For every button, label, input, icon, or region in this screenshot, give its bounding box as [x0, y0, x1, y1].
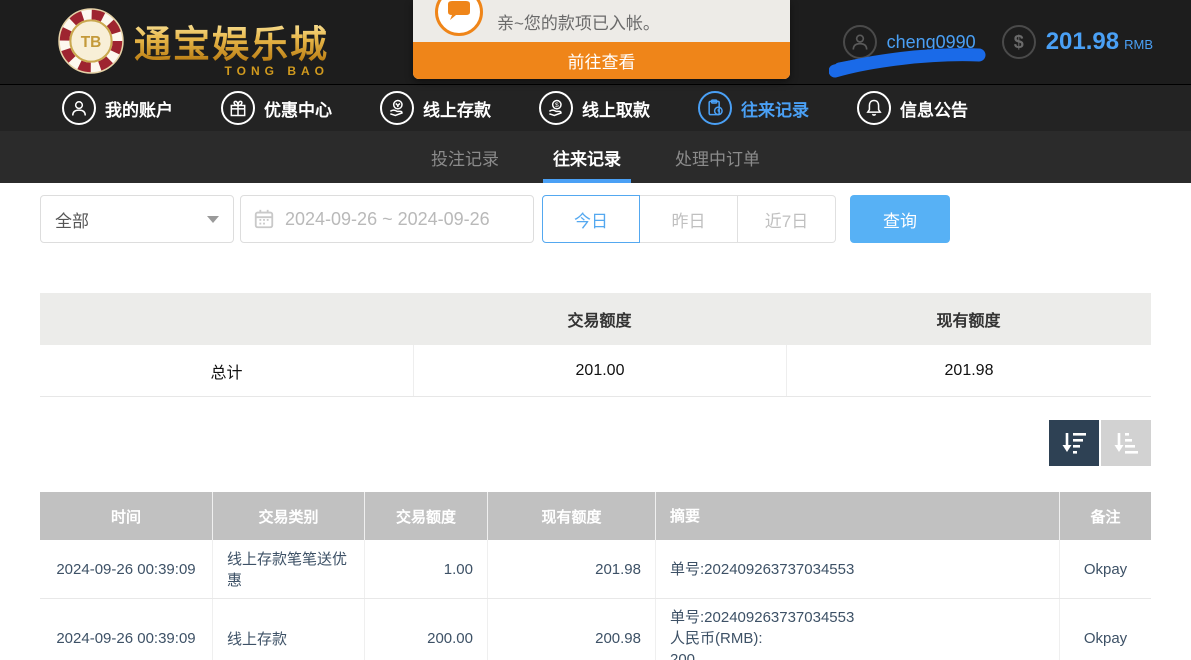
- query-button[interactable]: 查询: [850, 195, 950, 243]
- user-icon: [62, 91, 96, 125]
- svg-text:$: $: [555, 102, 559, 109]
- site-title: 通宝娱乐城: [134, 14, 329, 68]
- message-bubble-icon: [435, 0, 483, 36]
- deposit-icon: [380, 91, 414, 125]
- filter-bar: 全部 2024-09-26 ~ 2024-09-26 今日昨日近7日 查询: [40, 195, 1151, 243]
- nav-item-withdraw[interactable]: $ 线上取款: [539, 91, 650, 125]
- records-icon: [698, 91, 732, 125]
- cell-amount: 200.00: [365, 599, 488, 660]
- summary-header-row: 交易额度 现有额度: [40, 293, 1151, 345]
- cell-time: 2024-09-26 00:39:09: [40, 599, 213, 660]
- nav-item-label: 往来记录: [741, 96, 809, 121]
- main-nav: 我的账户 优惠中心 线上存款 $ 线上取款 往来记录 信息公告: [0, 84, 1191, 131]
- sort-ascending-icon: [1111, 429, 1141, 457]
- site-subtitle: TONG BAO: [225, 64, 329, 78]
- table-row: 2024-09-26 00:39:09线上存款笔笔送优惠1.00201.98单号…: [40, 540, 1151, 599]
- tab-1[interactable]: 往来记录: [549, 131, 625, 183]
- table-header-cell: 时间: [40, 492, 213, 540]
- chevron-down-icon: [207, 216, 219, 223]
- summary-transaction-total: 201.00: [413, 345, 786, 396]
- balance-display[interactable]: $ 201.98 RMB: [1002, 25, 1153, 59]
- svg-text:TB: TB: [81, 34, 102, 51]
- top-header: TB 通宝娱乐城 TONG BAO 亲~您的款项已入帐。 前往查看 cheng0…: [0, 0, 1191, 84]
- cell-amount: 1.00: [365, 540, 488, 598]
- sort-controls: [40, 420, 1151, 466]
- nav-item-records[interactable]: 往来记录: [698, 91, 809, 125]
- cell-balance: 200.98: [488, 599, 656, 660]
- table-header-cell: 摘要: [656, 492, 1060, 540]
- record-tabs: 投注记录往来记录处理中订单: [0, 131, 1191, 183]
- quick-date-buttons: 今日昨日近7日: [542, 195, 836, 243]
- casino-chip-icon: TB: [58, 8, 124, 74]
- cell-summary: 单号:202409263737034553: [656, 540, 1060, 598]
- balance-amount: 201.98: [1046, 28, 1119, 55]
- nav-item-label: 我的账户: [105, 96, 173, 121]
- dollar-icon: $: [1002, 25, 1036, 59]
- table-header-cell: 备注: [1060, 492, 1151, 540]
- tab-0[interactable]: 投注记录: [427, 131, 503, 183]
- bell-icon: [857, 91, 891, 125]
- nav-item-label: 优惠中心: [264, 96, 332, 121]
- type-select[interactable]: 全部: [40, 195, 234, 243]
- cell-type: 线上存款: [213, 599, 365, 660]
- quick-date-button-0[interactable]: 今日: [542, 195, 640, 243]
- gift-icon: [221, 91, 255, 125]
- nav-item-user[interactable]: 我的账户: [62, 91, 173, 125]
- notification-popup: 亲~您的款项已入帐。 前往查看: [413, 0, 790, 79]
- summary-total-row: 总计 201.00 201.98: [40, 345, 1151, 397]
- nav-item-label: 线上存款: [423, 96, 491, 121]
- table-header-cell: 现有额度: [488, 492, 656, 540]
- nav-item-bell[interactable]: 信息公告: [857, 91, 968, 125]
- withdraw-icon: $: [539, 91, 573, 125]
- balance-currency: RMB: [1124, 37, 1153, 52]
- transactions-table: 时间交易类别交易额度现有额度摘要备注2024-09-26 00:39:09线上存…: [40, 492, 1151, 660]
- go-view-button[interactable]: 前往查看: [413, 42, 790, 79]
- cell-remark: Okpay: [1060, 540, 1151, 598]
- cell-time: 2024-09-26 00:39:09: [40, 540, 213, 598]
- tab-2[interactable]: 处理中订单: [671, 131, 764, 183]
- summary-header-transaction: 交易额度: [413, 307, 786, 331]
- username-text: cheng0990: [887, 32, 976, 53]
- table-header-cell: 交易额度: [365, 492, 488, 540]
- table-header-cell: 交易类别: [213, 492, 365, 540]
- quick-date-button-2[interactable]: 近7日: [738, 195, 836, 243]
- calendar-icon: [253, 208, 275, 230]
- quick-date-button-1[interactable]: 昨日: [640, 195, 738, 243]
- summary-total-label: 总计: [40, 359, 413, 383]
- site-logo[interactable]: TB 通宝娱乐城 TONG BAO: [58, 8, 329, 74]
- nav-item-label: 线上取款: [582, 96, 650, 121]
- nav-item-deposit[interactable]: 线上存款: [380, 91, 491, 125]
- summary-header-balance: 现有额度: [786, 307, 1151, 331]
- date-range-value: 2024-09-26 ~ 2024-09-26: [285, 209, 490, 230]
- date-range-input[interactable]: 2024-09-26 ~ 2024-09-26: [240, 195, 534, 243]
- cell-summary: 单号:202409263737034553人民币(RMB):200: [656, 599, 1060, 660]
- sort-descending-button[interactable]: [1049, 420, 1099, 466]
- nav-item-gift[interactable]: 优惠中心: [221, 91, 332, 125]
- cell-balance: 201.98: [488, 540, 656, 598]
- sort-ascending-button[interactable]: [1101, 420, 1151, 466]
- user-account[interactable]: cheng0990: [843, 25, 976, 59]
- cell-remark: Okpay: [1060, 599, 1151, 660]
- summary-table: 交易额度 现有额度 总计 201.00 201.98: [40, 293, 1151, 397]
- summary-balance-total: 201.98: [786, 345, 1151, 396]
- type-select-value: 全部: [55, 207, 89, 232]
- cell-type: 线上存款笔笔送优惠: [213, 540, 365, 598]
- notification-message: 亲~您的款项已入帐。: [497, 9, 660, 34]
- table-header-row: 时间交易类别交易额度现有额度摘要备注: [40, 492, 1151, 540]
- table-row: 2024-09-26 00:39:09线上存款200.00200.98单号:20…: [40, 599, 1151, 660]
- nav-item-label: 信息公告: [900, 96, 968, 121]
- sort-descending-icon: [1059, 429, 1089, 457]
- user-avatar-icon: [843, 25, 877, 59]
